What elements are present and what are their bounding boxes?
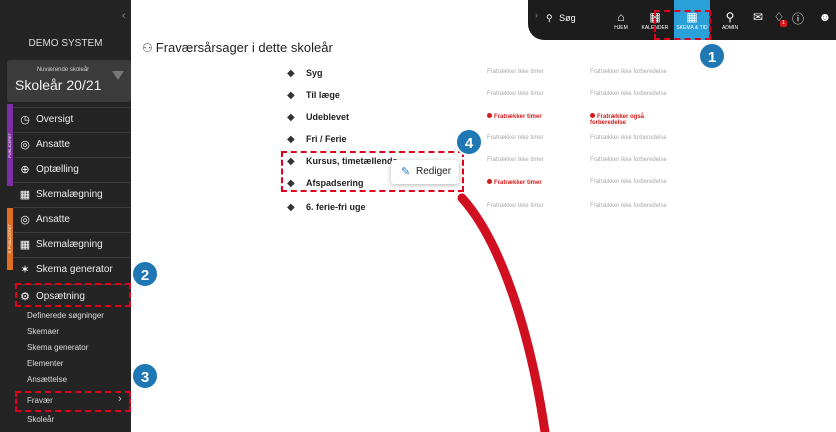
step-badge-4: 4	[455, 128, 483, 156]
step-badge-2: 2	[131, 260, 159, 288]
step-badge-3: 3	[131, 362, 159, 390]
highlight-opsaetning	[15, 283, 131, 307]
highlight-schedule-nav	[654, 10, 711, 40]
highlight-row-edit	[281, 151, 464, 192]
step-badge-1: 1	[698, 42, 726, 70]
highlight-fravaer	[15, 391, 131, 412]
